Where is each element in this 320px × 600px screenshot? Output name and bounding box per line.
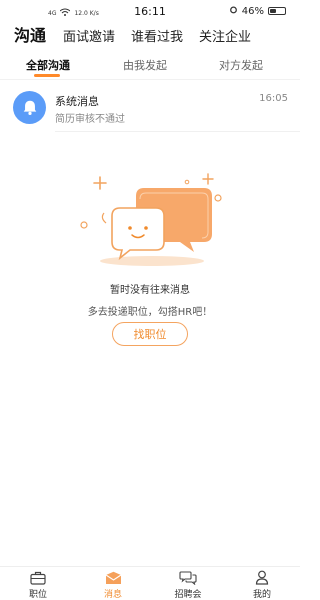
message-title: 系统消息 (55, 95, 99, 108)
subtab-initiated-by-other[interactable]: 对方发起 (219, 57, 263, 73)
tab-interview-invites[interactable]: 面试邀请 (63, 26, 115, 45)
message-time: 16:05 (259, 93, 288, 104)
briefcase-icon (13, 569, 63, 586)
person-icon (237, 569, 287, 586)
bottom-nav: 职位 消息 招聘会 我的 (0, 566, 300, 600)
header: 沟通 面试邀请 谁看过我 关注企业 (0, 22, 300, 46)
nav-item-job-fair[interactable]: 招聘会 (163, 569, 213, 600)
nav-label-messages: 消息 (103, 590, 122, 600)
alarm-icon (229, 5, 238, 17)
battery-icon (268, 7, 286, 15)
nav-label-jobs: 职位 (28, 590, 47, 600)
empty-state-subtitle: 多去投递职位，勾搭HR吧！ (87, 307, 213, 318)
envelope-icon (88, 569, 138, 586)
subtab-all[interactable]: 全部沟通 (26, 57, 70, 73)
empty-state-title: 暂时没有往来消息 (110, 285, 190, 296)
active-tab-indicator (34, 74, 60, 77)
battery-percent: 46% (241, 5, 264, 17)
subtab-initiated-by-me[interactable]: 由我发起 (123, 57, 167, 73)
message-preview: 简历审核不通过 (55, 114, 125, 125)
page-title: 沟通 (14, 26, 47, 45)
divider (55, 131, 300, 132)
subtabs: 全部沟通 由我发起 对方发起 (0, 50, 300, 80)
bell-icon (13, 91, 46, 124)
nav-label-profile: 我的 (252, 590, 271, 600)
nav-item-profile[interactable]: 我的 (237, 569, 287, 600)
list-item-system-message[interactable]: 系统消息 16:05 简历审核不通过 (0, 84, 300, 132)
nav-label-job-fair: 招聘会 (174, 590, 202, 600)
tab-who-viewed-me[interactable]: 谁看过我 (131, 26, 183, 45)
chat-bubbles-icon (163, 569, 213, 586)
status-right: 46% (229, 5, 286, 17)
nav-item-jobs[interactable]: 职位 (13, 569, 63, 600)
tab-followed-companies[interactable]: 关注企业 (199, 26, 251, 45)
empty-state-illustration (70, 168, 230, 273)
find-jobs-button[interactable]: 找职位 (112, 322, 188, 346)
status-bar: 4G 12.0 K/s 16:11 46% (0, 0, 300, 22)
nav-item-messages[interactable]: 消息 (88, 569, 138, 600)
